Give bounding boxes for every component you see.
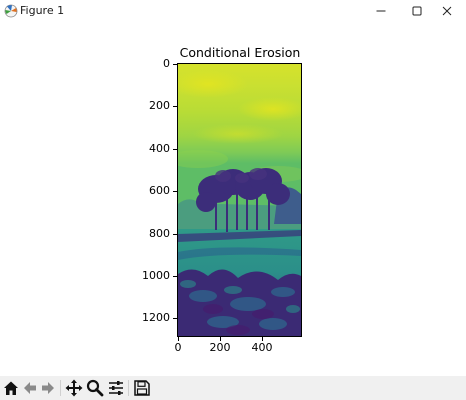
y-tick bbox=[173, 64, 177, 65]
x-tick-label: 400 bbox=[251, 341, 273, 354]
minimize-button[interactable] bbox=[362, 0, 400, 22]
home-button[interactable] bbox=[2, 379, 20, 397]
x-tick-label: 0 bbox=[174, 341, 182, 354]
save-button[interactable] bbox=[133, 379, 151, 397]
y-tick bbox=[173, 106, 177, 107]
save-icon bbox=[134, 380, 150, 396]
plot-title: Conditional Erosion bbox=[179, 45, 301, 60]
maximize-icon bbox=[412, 6, 422, 16]
configure-subplots-icon bbox=[109, 381, 123, 395]
y-tick bbox=[173, 149, 177, 150]
back-icon bbox=[24, 382, 36, 394]
y-tick bbox=[173, 234, 177, 235]
y-tick-label: 800 bbox=[149, 227, 170, 240]
pan-icon bbox=[65, 379, 83, 397]
image-axes[interactable] bbox=[177, 63, 302, 337]
close-icon bbox=[442, 6, 452, 16]
y-tick-label: 0 bbox=[163, 57, 170, 70]
toolbar-separator bbox=[60, 380, 61, 396]
figure-canvas[interactable]: Conditional Erosion 0 200 400 600 800 10… bbox=[0, 22, 466, 372]
y-tick bbox=[173, 191, 177, 192]
eroded-landscape-image bbox=[178, 64, 301, 336]
zoom-icon bbox=[86, 379, 104, 397]
y-tick-label: 600 bbox=[149, 184, 170, 197]
matplotlib-icon bbox=[4, 3, 18, 18]
window-title: Figure 1 bbox=[20, 4, 65, 17]
zoom-button[interactable] bbox=[86, 379, 104, 397]
minimize-icon bbox=[376, 10, 386, 12]
toolbar-separator bbox=[128, 380, 129, 396]
pan-button[interactable] bbox=[65, 379, 83, 397]
x-tick-label: 200 bbox=[209, 341, 231, 354]
y-tick-label: 200 bbox=[149, 99, 170, 112]
home-icon bbox=[4, 381, 18, 395]
forward-icon bbox=[42, 382, 54, 394]
navigation-toolbar bbox=[0, 376, 466, 400]
y-tick-label: 400 bbox=[149, 142, 170, 155]
close-button[interactable] bbox=[428, 0, 466, 22]
y-tick-label: 1200 bbox=[142, 311, 170, 324]
y-tick bbox=[173, 276, 177, 277]
window-title-bar: Figure 1 bbox=[0, 0, 466, 22]
y-tick-label: 1000 bbox=[142, 269, 170, 282]
y-tick bbox=[173, 318, 177, 319]
back-button[interactable] bbox=[21, 379, 39, 397]
forward-button[interactable] bbox=[39, 379, 57, 397]
configure-subplots-button[interactable] bbox=[107, 379, 125, 397]
